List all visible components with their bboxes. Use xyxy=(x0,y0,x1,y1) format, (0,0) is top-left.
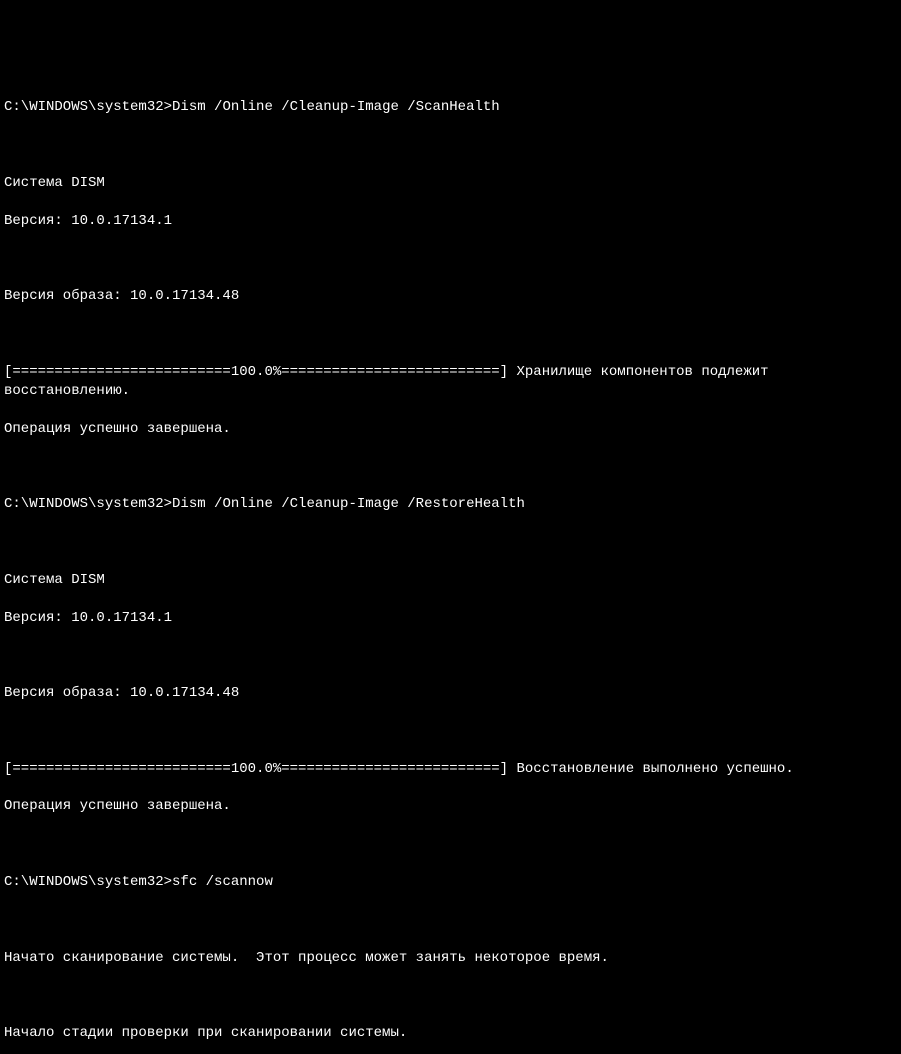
prompt-line-1: C:\WINDOWS\system32>Dism /Online /Cleanu… xyxy=(4,98,897,117)
command-restorehealth: Dism /Online /Cleanup-Image /RestoreHeal… xyxy=(172,495,525,514)
progress-bar-1: [==========================100.0%=======… xyxy=(4,363,897,401)
dism-title-1: Cистема DISM xyxy=(4,174,897,193)
dism-version-1: Версия: 10.0.17134.1 xyxy=(4,212,897,231)
blank-line xyxy=(4,533,897,552)
blank-line xyxy=(4,835,897,854)
image-version-1: Версия образа: 10.0.17134.48 xyxy=(4,287,897,306)
verify-start: Начало стадии проверки при сканировании … xyxy=(4,1024,897,1043)
blank-line xyxy=(4,646,897,665)
image-version-2: Версия образа: 10.0.17134.48 xyxy=(4,684,897,703)
terminal-output[interactable]: C:\WINDOWS\system32>Dism /Online /Cleanu… xyxy=(4,80,897,1054)
blank-line xyxy=(4,136,897,155)
blank-line xyxy=(4,911,897,930)
command-scanhealth: Dism /Online /Cleanup-Image /ScanHealth xyxy=(172,98,500,117)
scan-started: Начато сканирование системы. Этот процес… xyxy=(4,949,897,968)
dism-version-2: Версия: 10.0.17134.1 xyxy=(4,609,897,628)
blank-line xyxy=(4,250,897,269)
operation-complete-1: Операция успешно завершена. xyxy=(4,420,897,439)
prompt-line-3: C:\WINDOWS\system32>sfc /scannow xyxy=(4,873,897,892)
blank-line xyxy=(4,325,897,344)
operation-complete-2: Операция успешно завершена. xyxy=(4,797,897,816)
command-sfc: sfc /scannow xyxy=(172,873,273,892)
blank-line xyxy=(4,457,897,476)
progress-bar-2: [==========================100.0%=======… xyxy=(4,760,897,779)
dism-title-2: Cистема DISM xyxy=(4,571,897,590)
blank-line xyxy=(4,722,897,741)
prompt-path: C:\WINDOWS\system32> xyxy=(4,873,172,892)
blank-line xyxy=(4,986,897,1005)
prompt-path: C:\WINDOWS\system32> xyxy=(4,98,172,117)
prompt-line-2: C:\WINDOWS\system32>Dism /Online /Cleanu… xyxy=(4,495,897,514)
prompt-path: C:\WINDOWS\system32> xyxy=(4,495,172,514)
